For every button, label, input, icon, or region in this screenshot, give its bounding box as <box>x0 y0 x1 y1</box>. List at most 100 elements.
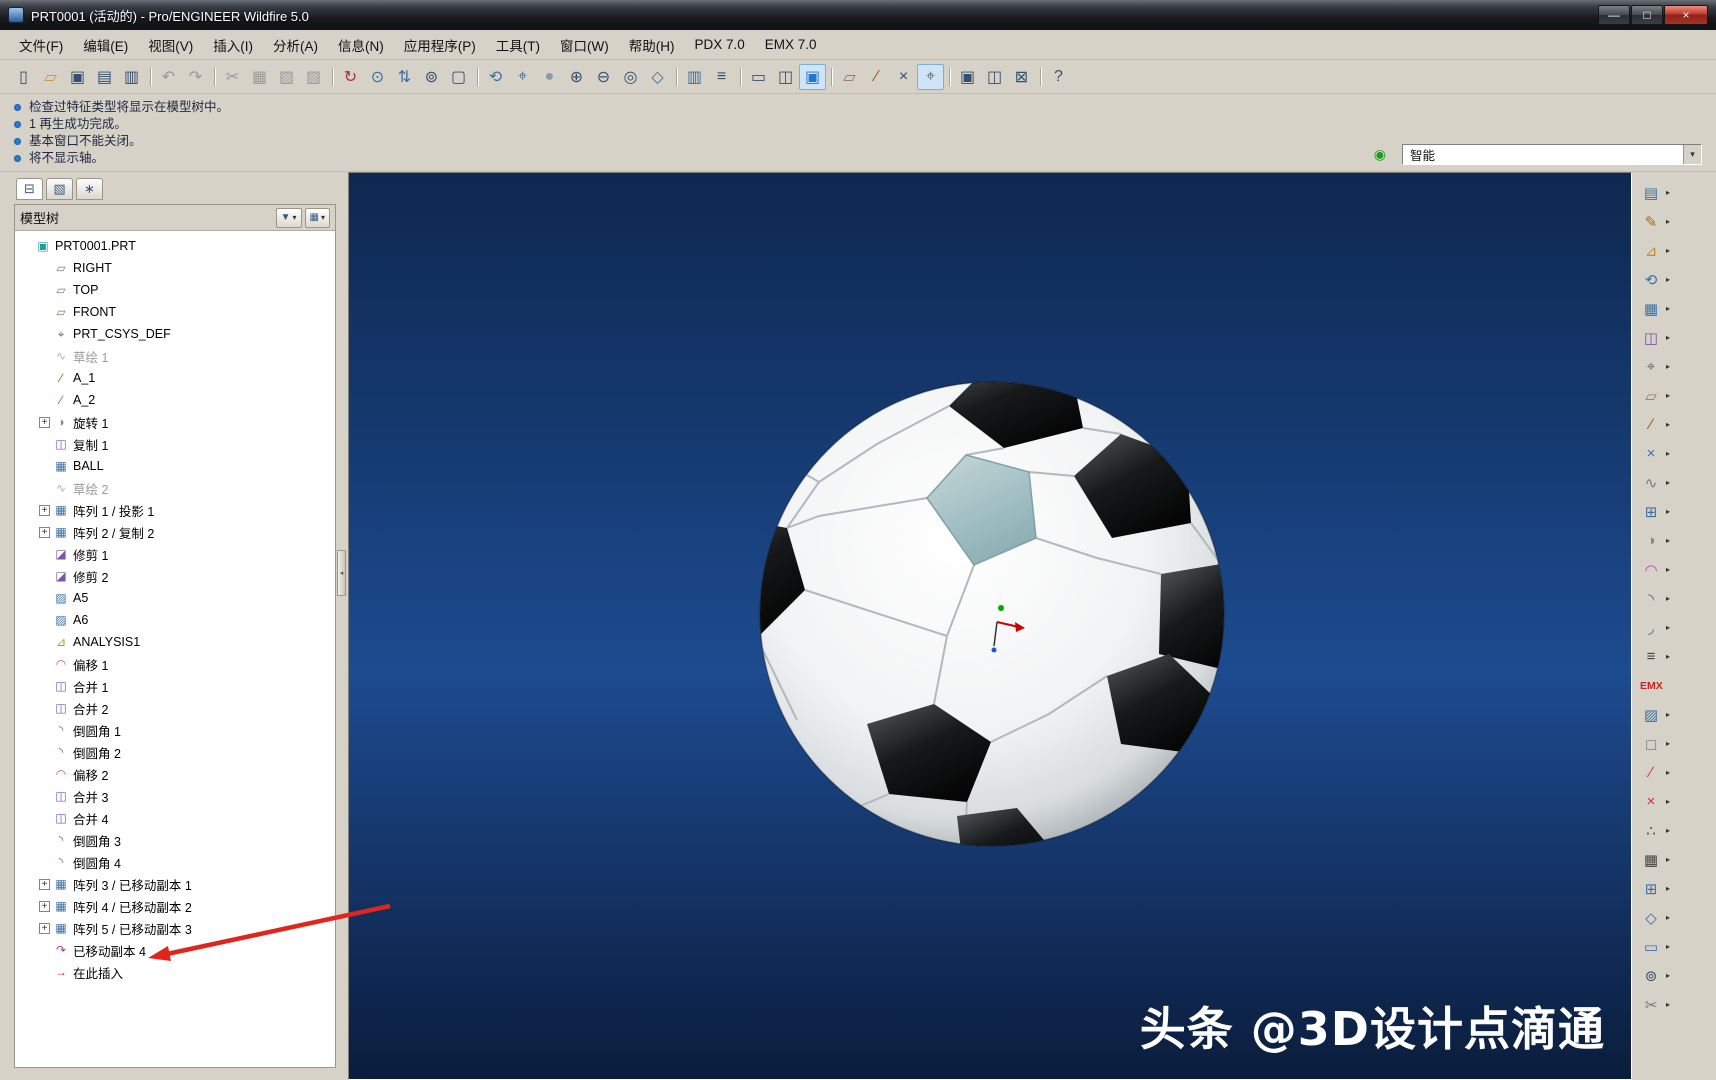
emx-tools-label[interactable]: EMX ▸ <box>1640 671 1714 700</box>
flyout-arrow-icon[interactable]: ▸ <box>1666 739 1670 748</box>
tree-show-button[interactable]: ▼▾ <box>276 208 302 228</box>
tree-item-round-1[interactable]: + ◝ 倒圆角 1 <box>15 719 335 741</box>
flyout-arrow-icon[interactable]: ▸ <box>1666 942 1670 951</box>
tree-item-round-4[interactable]: + ◝ 倒圆角 4 <box>15 851 335 873</box>
sash-collapse-button[interactable]: ◂ <box>337 550 346 596</box>
menu-help[interactable]: 帮助(H) <box>620 31 684 59</box>
tree-item-ball[interactable]: + ▦ BALL <box>15 455 335 477</box>
tree-item-round-3[interactable]: + ◝ 倒圆角 3 <box>15 829 335 851</box>
tree-item-trim-1[interactable]: + ◪ 修剪 1 <box>15 543 335 565</box>
flyout-arrow-icon[interactable]: ▸ <box>1666 478 1670 487</box>
tree-item-quilt-a6[interactable]: + ▨ A6 <box>15 609 335 631</box>
menu-analysis[interactable]: 分析(A) <box>264 31 327 59</box>
tree-item-quilt-a5[interactable]: + ▨ A5 <box>15 587 335 609</box>
tool-copy[interactable]: ◫ ▸ <box>1640 323 1714 352</box>
selection-filter-dropdown[interactable]: 智能 ▾ <box>1402 144 1702 165</box>
print-button[interactable]: ▤ <box>91 64 118 90</box>
tree-item-moved-copy-4[interactable]: + ↷ 已移动副本 4 <box>15 939 335 961</box>
refit-button[interactable]: ◎ <box>617 64 644 90</box>
view-manager-button[interactable]: ▥ <box>681 64 708 90</box>
close-window-button[interactable]: ⊠ <box>1008 64 1035 90</box>
menu-window[interactable]: 窗口(W) <box>551 31 618 59</box>
emx-ejector[interactable]: ∴ ▸ <box>1640 816 1714 845</box>
emx-check[interactable]: ⊚ ▸ <box>1640 961 1714 990</box>
tool-analysis[interactable]: ⊿ ▸ <box>1640 236 1714 265</box>
datum-axis-toggle[interactable]: ∕ <box>863 64 890 90</box>
cut-button[interactable]: ✂ <box>219 64 246 90</box>
flyout-arrow-icon[interactable]: ▸ <box>1666 304 1670 313</box>
tool-csys[interactable]: ⌖ ▸ <box>1640 352 1714 381</box>
shaded-view-button[interactable]: ● <box>536 64 563 90</box>
redo-button[interactable]: ↷ <box>182 64 209 90</box>
tool-offset[interactable]: ◠ ▸ <box>1640 555 1714 584</box>
emx-parting-cut[interactable]: × ▸ <box>1640 787 1714 816</box>
emx-workpiece[interactable]: ◻ ▸ <box>1640 729 1714 758</box>
tree-item-merge-3[interactable]: + ◫ 合并 3 <box>15 785 335 807</box>
menu-emx[interactable]: EMX 7.0 <box>756 33 826 56</box>
emx-parting-line[interactable]: ∕ ▸ <box>1640 758 1714 787</box>
new-window-button[interactable]: ▣ <box>954 64 981 90</box>
flyout-arrow-icon[interactable]: ▸ <box>1666 971 1670 980</box>
saved-views-button[interactable]: ▭ <box>745 64 772 90</box>
tab-folder-browser[interactable]: ▧ <box>46 178 73 200</box>
expand-icon[interactable]: + <box>39 879 50 890</box>
window-tile-button[interactable]: ◫ <box>981 64 1008 90</box>
menu-pdx[interactable]: PDX 7.0 <box>685 33 753 56</box>
tree-item-axis-a1[interactable]: + ∕ A_1 <box>15 367 335 389</box>
emx-equipment[interactable]: ◇ ▸ <box>1640 903 1714 932</box>
tab-model-tree[interactable]: ⊟ <box>16 178 43 200</box>
csys-display-toggle[interactable]: ⌖ <box>917 64 944 90</box>
spin-center-button[interactable]: ⌖ <box>509 64 536 90</box>
repaint-button[interactable]: ⟲ <box>482 64 509 90</box>
context-help-button[interactable]: ? <box>1045 64 1072 90</box>
flyout-arrow-icon[interactable]: ▸ <box>1666 333 1670 342</box>
tree-item-round-2[interactable]: + ◝ 倒圆角 2 <box>15 741 335 763</box>
flyout-arrow-icon[interactable]: ▸ <box>1666 884 1670 893</box>
tab-favorites[interactable]: ∗ <box>76 178 103 200</box>
flyout-arrow-icon[interactable]: ▸ <box>1666 1000 1670 1009</box>
tree-item-merge-2[interactable]: + ◫ 合并 2 <box>15 697 335 719</box>
tree-item-pattern-3[interactable]: + ▦ 阵列 3 / 已移动副本 1 <box>15 873 335 895</box>
flyout-arrow-icon[interactable]: ▸ <box>1666 507 1670 516</box>
expand-icon[interactable]: + <box>39 923 50 934</box>
paste-special-button[interactable]: ▨ <box>300 64 327 90</box>
tool-datum-point[interactable]: × ▸ <box>1640 439 1714 468</box>
flyout-arrow-icon[interactable]: ▸ <box>1666 217 1670 226</box>
emx-drawing[interactable]: ▭ ▸ <box>1640 932 1714 961</box>
tree-settings-button[interactable]: ▦▾ <box>305 208 330 228</box>
tree-item-root[interactable]: + ▣ PRT0001.PRT <box>15 235 335 257</box>
tool-style[interactable]: ▤ ▸ <box>1640 178 1714 207</box>
flyout-arrow-icon[interactable]: ▸ <box>1666 536 1670 545</box>
expand-icon[interactable]: + <box>39 417 50 428</box>
tree-item-offset-2[interactable]: + ◠ 偏移 2 <box>15 763 335 785</box>
tool-sketch[interactable]: ✎ ▸ <box>1640 207 1714 236</box>
flyout-arrow-icon[interactable]: ▸ <box>1666 710 1670 719</box>
flyout-arrow-icon[interactable]: ▸ <box>1666 188 1670 197</box>
zoom-out-button[interactable]: ⊖ <box>590 64 617 90</box>
layers-button[interactable]: ≡ <box>708 64 735 90</box>
maximize-button[interactable]: □ <box>1631 5 1663 25</box>
tree-item-pattern-5[interactable]: + ▦ 阵列 5 / 已移动副本 3 <box>15 917 335 939</box>
emx-trim[interactable]: ✂ ▸ <box>1640 990 1714 1019</box>
flyout-arrow-icon[interactable]: ▸ <box>1666 768 1670 777</box>
flyout-arrow-icon[interactable]: ▸ <box>1666 565 1670 574</box>
tree-item-insert-here[interactable]: + → 在此插入 <box>15 961 335 983</box>
emx-mold-volume[interactable]: ▦ ▸ <box>1640 845 1714 874</box>
flyout-arrow-icon[interactable]: ▸ <box>1666 246 1670 255</box>
flyout-arrow-icon[interactable]: ▸ <box>1666 855 1670 864</box>
soccer-ball-model[interactable] <box>349 173 1631 1079</box>
undo-button[interactable]: ↶ <box>155 64 182 90</box>
panel-sash[interactable]: ◂ <box>336 172 348 1080</box>
tool-chamfer[interactable]: ◞ ▸ <box>1640 613 1714 642</box>
orient-button[interactable]: ◇ <box>644 64 671 90</box>
flyout-arrow-icon[interactable]: ▸ <box>1666 652 1670 661</box>
tool-datum-plane[interactable]: ▱ ▸ <box>1640 381 1714 410</box>
tool-pattern[interactable]: ▦ ▸ <box>1640 294 1714 323</box>
menu-edit[interactable]: 编辑(E) <box>74 31 137 59</box>
flyout-arrow-icon[interactable]: ▸ <box>1666 449 1670 458</box>
flyout-arrow-icon[interactable]: ▸ <box>1666 275 1670 284</box>
tool-extrude[interactable]: ⊞ ▸ <box>1640 497 1714 526</box>
tree-item-analysis1[interactable]: + ⊿ ANALYSIS1 <box>15 631 335 653</box>
menu-applications[interactable]: 应用程序(P) <box>395 31 485 59</box>
find-button[interactable]: ⊚ <box>418 64 445 90</box>
